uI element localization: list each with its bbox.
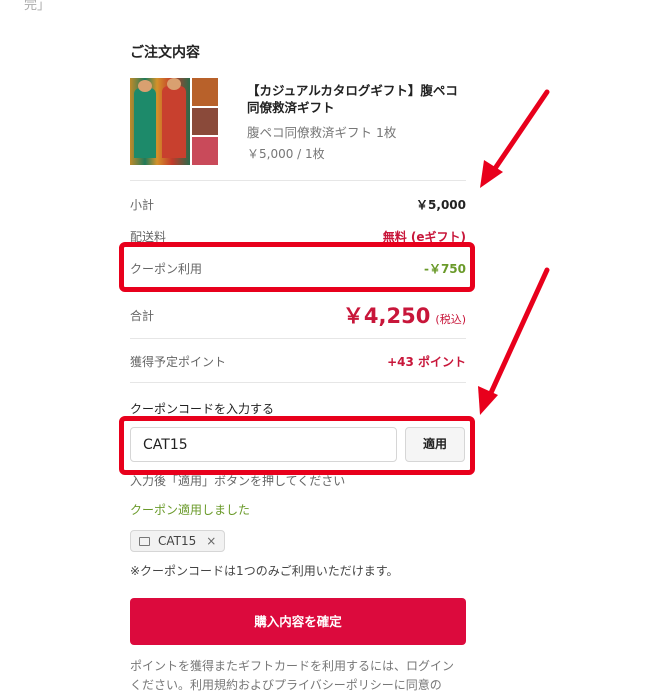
tax-included-label: (税込) — [435, 313, 466, 326]
product-variant: 腹ペコ同僚救済ギフト 1枚 — [247, 125, 397, 140]
coupon-input-highlight-box — [119, 416, 475, 475]
arrow-annotation-1 — [480, 89, 550, 188]
product-thumbnail[interactable] — [130, 78, 218, 165]
points-value: +43 ポイント — [387, 355, 466, 369]
points-label: 獲得予定ポイント — [130, 355, 227, 369]
footer-text-line: ください。利用規約およびプライバシーポリシーに同意の — [130, 678, 442, 692]
subtotal-label: 小計 — [130, 198, 155, 212]
close-icon[interactable]: × — [206, 534, 216, 548]
applied-coupon-code: CAT15 — [158, 534, 197, 548]
footer-text-line: ポイントを獲得またギフトカードを利用するには、ログイン — [130, 659, 455, 673]
divider — [130, 180, 466, 181]
divider — [130, 382, 466, 383]
order-section-title: ご注文内容 — [130, 45, 200, 61]
product-name: 【カジュアルカタログギフト】腹ペコ同僚救済ギフト — [247, 83, 458, 115]
coupon-status-message: クーポン適用しました — [130, 503, 251, 517]
thumbnail-food-image — [192, 108, 218, 135]
top-text-fragment: 完」 — [24, 0, 51, 13]
confirm-purchase-button[interactable]: 購入内容を確定 — [130, 598, 466, 645]
subtotal-value: ￥5,000 — [416, 198, 466, 212]
applied-coupon-chip: CAT15 × — [130, 530, 226, 552]
ticket-icon — [139, 537, 150, 546]
arrow-annotation-2 — [478, 267, 550, 415]
footer-text: ポイントを獲得またギフトカードを利用するには、ログイン ください。利用規約および… — [130, 657, 466, 695]
total-price: ￥4,250 (税込) — [300, 300, 466, 330]
thumbnail-food-image — [192, 78, 218, 106]
thumbnail-food-image — [192, 137, 218, 165]
product-unit-price: ￥5,000 / 1枚 — [247, 147, 325, 161]
total-label: 合計 — [130, 309, 155, 323]
coupon-code-label: クーポンコードを入力する — [130, 402, 275, 416]
coupon-discount-highlight-box — [119, 242, 475, 292]
thumbnail-main-image — [130, 78, 190, 165]
total-value: ￥4,250 — [342, 304, 431, 328]
coupon-note: ※クーポンコードは1つのみご利用いただけます。 — [130, 564, 399, 578]
divider — [130, 338, 466, 339]
